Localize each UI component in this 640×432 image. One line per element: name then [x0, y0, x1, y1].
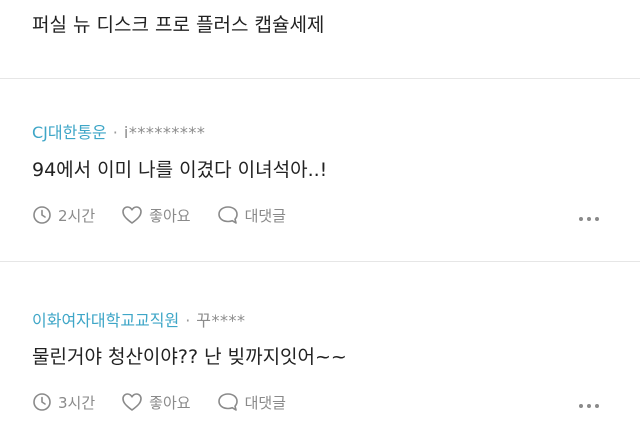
heart-icon [122, 206, 142, 224]
like-button[interactable]: 좋아요 [121, 392, 191, 413]
comment-partial: 퍼실 뉴 디스크 프로 플러스 캡슐세제 [0, 0, 640, 78]
comment-item: CJ대한통운 · i********* 94에서 이미 나를 이겼다 이녀석아..!… [0, 79, 640, 261]
speech-bubble-icon [217, 393, 238, 411]
comment-text: 퍼실 뉴 디스크 프로 플러스 캡슐세제 [32, 14, 325, 36]
timestamp: 2시간 [32, 205, 95, 226]
heart-icon [122, 393, 142, 411]
meta-separator: · [112, 123, 118, 142]
more-options-button[interactable] [576, 394, 602, 418]
comment-item: 이화여자대학교교직원 · 꾸**** 물린거야 청산이야?? 난 빚까지잇어~~ 3… [0, 262, 640, 432]
author-company[interactable]: CJ대한통운 [32, 123, 107, 142]
comment-author-line: 이화여자대학교교직원 · 꾸**** [32, 311, 246, 331]
comment-actions: 2시간 좋아요 대댓글 [32, 203, 312, 227]
comment-actions: 3시간 좋아요 대댓글 [32, 390, 312, 414]
like-button[interactable]: 좋아요 [121, 205, 191, 226]
like-label: 좋아요 [149, 393, 191, 412]
more-dots-icon [579, 404, 599, 408]
comment-text: 물린거야 청산이야?? 난 빚까지잇어~~ [32, 346, 347, 368]
author-username: i********* [123, 123, 206, 142]
like-label: 좋아요 [149, 206, 191, 225]
clock-icon [33, 393, 51, 411]
reply-button[interactable]: 대댓글 [217, 392, 286, 413]
timestamp: 3시간 [32, 392, 95, 413]
more-options-button[interactable] [576, 207, 602, 231]
meta-separator: · [185, 311, 191, 330]
more-dots-icon [579, 217, 599, 221]
author-company[interactable]: 이화여자대학교교직원 [32, 311, 179, 330]
speech-bubble-icon [217, 206, 238, 224]
comment-text: 94에서 이미 나를 이겼다 이녀석아..! [32, 159, 328, 181]
reply-label: 대댓글 [244, 393, 286, 412]
reply-button[interactable]: 대댓글 [217, 205, 286, 226]
reply-label: 대댓글 [244, 206, 286, 225]
time-label: 2시간 [58, 206, 96, 225]
author-username: 꾸**** [196, 311, 246, 330]
time-label: 3시간 [58, 393, 96, 412]
comment-author-line: CJ대한통운 · i********* [32, 123, 205, 143]
clock-icon [33, 206, 51, 224]
